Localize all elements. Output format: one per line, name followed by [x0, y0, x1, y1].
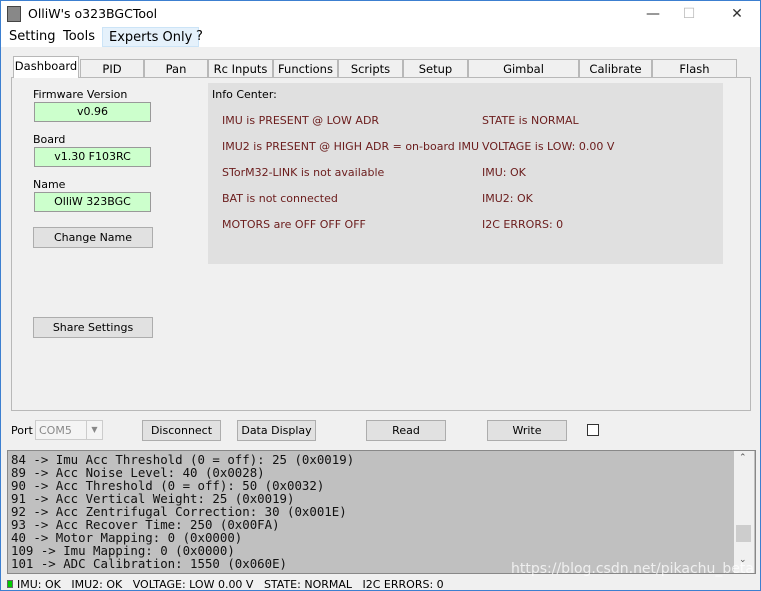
info-center-title: Info Center:: [212, 88, 277, 101]
firmware-version-value: v0.96: [34, 102, 151, 122]
status-led: [7, 580, 13, 588]
app-window: OlliW's o323BGCTool — ☐ ✕ Setting Tools …: [0, 0, 761, 591]
menu-help[interactable]: ?: [190, 27, 209, 47]
menu-bar: Setting Tools Experts Only ?: [1, 27, 760, 47]
info-bat: BAT is not connected: [222, 192, 338, 205]
minimize-button[interactable]: —: [635, 3, 671, 25]
tab-scripts[interactable]: Scripts: [338, 59, 403, 78]
menu-tools[interactable]: Tools: [57, 27, 101, 47]
tab-flash-firmware[interactable]: Flash Firmware: [652, 59, 737, 94]
tab-pid[interactable]: PID: [80, 59, 144, 78]
info-imu2: IMU2 is PRESENT @ HIGH ADR = on-board IM…: [222, 140, 480, 153]
port-label: Port: [11, 424, 33, 437]
info-imu: IMU is PRESENT @ LOW ADR: [222, 114, 380, 127]
status-text: IMU: OK IMU2: OK VOLTAGE: LOW 0.00 V STA…: [17, 578, 444, 591]
tab-rc-inputs[interactable]: Rc Inputs: [208, 59, 273, 78]
chevron-down-icon: ▼: [86, 421, 102, 439]
log-output[interactable]: 84 -> Imu Acc Threshold (0 = off): 25 (0…: [7, 450, 756, 574]
port-value: COM5: [39, 424, 72, 437]
port-select[interactable]: COM5 ▼: [35, 420, 103, 440]
info-center: Info Center: IMU is PRESENT @ LOW ADR IM…: [208, 83, 723, 264]
info-i2c-errors: I2C ERRORS: 0: [482, 218, 564, 231]
tab-setup[interactable]: Setup: [403, 59, 468, 78]
read-button[interactable]: Read: [366, 420, 446, 441]
tab-gimbal-configuration[interactable]: Gimbal Configuration: [468, 59, 579, 94]
maximize-button[interactable]: ☐: [671, 3, 707, 25]
name-label: Name: [33, 178, 66, 191]
tab-pan[interactable]: Pan: [144, 59, 208, 78]
tab-calibrate-acc[interactable]: Calibrate Acc: [579, 59, 652, 94]
share-settings-button[interactable]: Share Settings: [33, 317, 153, 338]
menu-experts-only[interactable]: Experts Only: [102, 27, 200, 47]
info-state: STATE is NORMAL: [482, 114, 579, 127]
scrollbar-thumb[interactable]: [736, 525, 751, 542]
info-motors: MOTORS are OFF OFF OFF: [222, 218, 366, 231]
title-bar: OlliW's o323BGCTool — ☐ ✕: [1, 1, 760, 27]
menu-setting[interactable]: Setting: [3, 27, 62, 47]
info-storm32-link: STorM32-LINK is not available: [222, 166, 385, 179]
data-display-button[interactable]: Data Display: [237, 420, 316, 441]
disconnect-button[interactable]: Disconnect: [142, 420, 221, 441]
info-imu-status: IMU: OK: [482, 166, 526, 179]
tab-functions[interactable]: Functions: [273, 59, 338, 78]
window-title: OlliW's o323BGCTool: [28, 6, 158, 21]
info-voltage: VOLTAGE is LOW: 0.00 V: [482, 140, 615, 153]
board-label: Board: [33, 133, 66, 146]
option-checkbox[interactable]: [587, 424, 599, 436]
close-button[interactable]: ✕: [719, 3, 755, 25]
firmware-version-label: Firmware Version: [33, 88, 128, 101]
app-icon: [7, 6, 21, 22]
info-imu2-status: IMU2: OK: [482, 192, 533, 205]
write-button[interactable]: Write: [487, 420, 567, 441]
board-value: v1.30 F103RC: [34, 147, 151, 167]
tab-dashboard[interactable]: Dashboard: [13, 56, 79, 78]
change-name-button[interactable]: Change Name: [33, 227, 153, 248]
scroll-up-icon[interactable]: ⌃: [739, 453, 747, 463]
name-value: OlliW 323BGC: [34, 192, 151, 212]
watermark: https://blog.csdn.net/pikachu_beta: [511, 561, 754, 577]
log-scrollbar[interactable]: ⌃ ⌄: [734, 451, 754, 573]
